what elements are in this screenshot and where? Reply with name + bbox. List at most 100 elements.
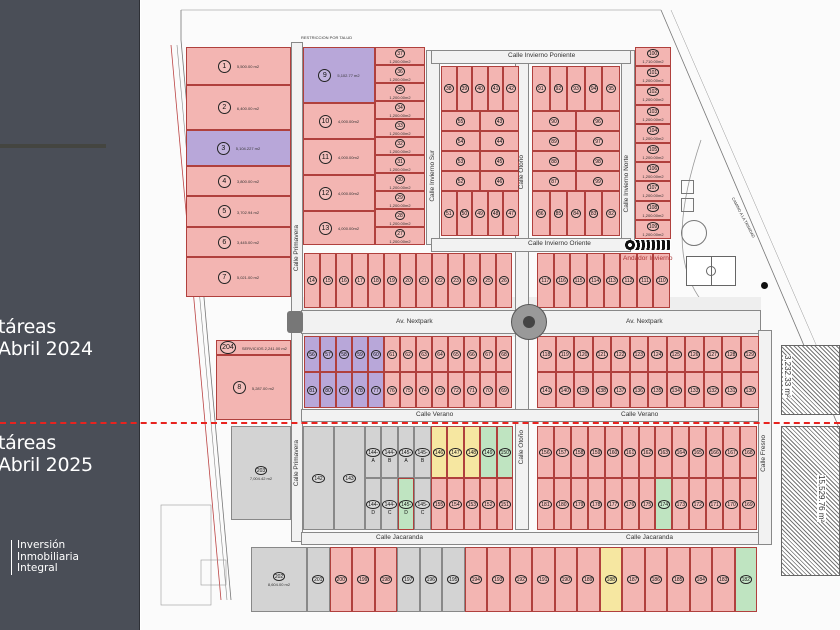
lot-99[interactable]: 99 bbox=[576, 171, 620, 191]
lot-191[interactable]: 191 bbox=[532, 547, 555, 612]
lot-6[interactable]: 6 3,445.00 m2 bbox=[186, 227, 291, 257]
lot-3[interactable]: 3 5,104.227 m2 bbox=[186, 130, 291, 166]
lot-14[interactable]: 14 bbox=[304, 253, 320, 308]
lot-72[interactable]: 72 bbox=[448, 372, 464, 408]
lot-149[interactable]: 149 bbox=[480, 426, 497, 478]
lot-82[interactable]: 82 bbox=[602, 191, 620, 236]
lot-145-a[interactable]: 145-A bbox=[397, 426, 415, 478]
lot-36[interactable]: 36 1,200.00m2 bbox=[375, 65, 425, 83]
lot-193[interactable]: 193 bbox=[487, 547, 510, 612]
lot-96[interactable]: 96 bbox=[576, 111, 620, 131]
lot-159[interactable]: 159 bbox=[587, 426, 605, 478]
lot-141[interactable]: 141 bbox=[537, 372, 556, 408]
lot-17[interactable]: 17 bbox=[352, 253, 368, 308]
lot-122[interactable]: 122 bbox=[611, 336, 630, 372]
lot-182[interactable]: 182 bbox=[734, 547, 757, 612]
lot-164[interactable]: 164 bbox=[672, 426, 690, 478]
lot-178[interactable]: 178 bbox=[587, 478, 605, 530]
lot-150[interactable]: 150 bbox=[496, 426, 513, 478]
lot-198[interactable]: 198 bbox=[374, 547, 397, 612]
lot-174[interactable]: 174 bbox=[655, 478, 673, 530]
lot-136[interactable]: 136 bbox=[629, 372, 648, 408]
lot-15[interactable]: 15 bbox=[320, 253, 336, 308]
lot-101[interactable]: 101 1,200.00m2 bbox=[635, 66, 671, 86]
lot-25[interactable]: 25 bbox=[480, 253, 496, 308]
lot-55[interactable]: 55 bbox=[441, 111, 480, 131]
lot-123[interactable]: 123 bbox=[629, 336, 648, 372]
lot-120[interactable]: 120 bbox=[574, 336, 593, 372]
lot-189[interactable]: 189 bbox=[577, 547, 600, 612]
lot-155[interactable]: 155 bbox=[430, 478, 448, 530]
lot-204[interactable]: 204 SERVICIOS 2,241.00 m2 bbox=[216, 340, 291, 355]
lot-103[interactable]: 103 1,200.00m2 bbox=[635, 104, 671, 124]
lot-91[interactable]: 91 bbox=[532, 66, 550, 111]
lot-16[interactable]: 16 bbox=[336, 253, 352, 308]
lot-124[interactable]: 124 bbox=[648, 336, 667, 372]
lot-137[interactable]: 137 bbox=[611, 372, 630, 408]
lot-37[interactable]: 37 1,200.00m2 bbox=[375, 47, 425, 65]
lot-89[interactable]: 89 bbox=[532, 131, 576, 151]
lot-43[interactable]: 43 bbox=[480, 111, 519, 131]
lot-10[interactable]: 10 4,000.00m2 bbox=[303, 103, 375, 139]
lot-52[interactable]: 52 bbox=[441, 171, 480, 191]
lot-125[interactable]: 125 bbox=[666, 336, 685, 372]
lot-47[interactable]: 47 bbox=[503, 191, 519, 236]
lot-152[interactable]: 152 bbox=[480, 478, 497, 530]
lot-194[interactable]: 194 bbox=[464, 547, 487, 612]
lot-18[interactable]: 18 bbox=[368, 253, 384, 308]
lot-27[interactable]: 27 1,200.00m2 bbox=[375, 227, 425, 245]
lot-199[interactable]: 199 bbox=[352, 547, 375, 612]
lot-142[interactable]: 142 bbox=[303, 426, 334, 530]
lot-13[interactable]: 13 4,000.00m2 bbox=[303, 211, 375, 245]
lot-41[interactable]: 41 bbox=[487, 66, 504, 111]
lot-42[interactable]: 42 bbox=[503, 66, 519, 111]
lot-65[interactable]: 65 bbox=[448, 336, 464, 372]
lot-202[interactable]: 202 8,604.00 m2 bbox=[251, 547, 307, 612]
lot-105[interactable]: 105 1,200.00m2 bbox=[635, 143, 671, 163]
lot-157[interactable]: 157 bbox=[553, 426, 571, 478]
lot-33[interactable]: 33 1,200.00m2 bbox=[375, 119, 425, 137]
lot-179[interactable]: 179 bbox=[570, 478, 588, 530]
lot-93[interactable]: 93 bbox=[567, 66, 585, 111]
lot-23[interactable]: 23 bbox=[448, 253, 464, 308]
lot-5[interactable]: 5 3,702.94 m2 bbox=[186, 196, 291, 227]
lot-34[interactable]: 34 1,200.00m2 bbox=[375, 101, 425, 119]
lot-97[interactable]: 97 bbox=[576, 131, 620, 151]
lot-180[interactable]: 180 bbox=[553, 478, 571, 530]
lot-29[interactable]: 29 1,200.00m2 bbox=[375, 191, 425, 209]
lot-197[interactable]: 197 bbox=[397, 547, 420, 612]
lot-64[interactable]: 64 bbox=[432, 336, 448, 372]
lot-38[interactable]: 38 bbox=[441, 66, 457, 111]
lot-54[interactable]: 54 bbox=[441, 131, 480, 151]
lot-132[interactable]: 132 bbox=[703, 372, 722, 408]
lot-19[interactable]: 19 bbox=[384, 253, 400, 308]
lot-129[interactable]: 129 bbox=[740, 336, 759, 372]
lot-143[interactable]: 143 bbox=[334, 426, 365, 530]
lot-7[interactable]: 7 5,021.00 m2 bbox=[186, 257, 291, 297]
lot-53[interactable]: 53 bbox=[441, 151, 480, 171]
lot-60[interactable]: 60 bbox=[368, 336, 384, 372]
lot-45[interactable]: 45 bbox=[480, 151, 519, 171]
lot-61[interactable]: 61 bbox=[384, 336, 400, 372]
lot-90[interactable]: 90 bbox=[532, 111, 576, 131]
lot-144-d[interactable]: 144-D bbox=[365, 478, 382, 530]
lot-80[interactable]: 80 bbox=[320, 372, 336, 408]
lot-76[interactable]: 76 bbox=[384, 372, 400, 408]
lot-133[interactable]: 133 bbox=[685, 372, 704, 408]
lot-35[interactable]: 35 1,200.00m2 bbox=[375, 83, 425, 101]
lot-145-d[interactable]: 145-D bbox=[397, 478, 415, 530]
lot-68[interactable]: 68 bbox=[496, 336, 512, 372]
lot-113[interactable]: 113 bbox=[603, 253, 621, 308]
lot-78[interactable]: 78 bbox=[352, 372, 368, 408]
lot-147[interactable]: 147 bbox=[447, 426, 464, 478]
lot-106[interactable]: 106 1,200.00m2 bbox=[635, 162, 671, 182]
lot-156[interactable]: 156 bbox=[537, 426, 554, 478]
lot-28[interactable]: 28 1,200.00m2 bbox=[375, 209, 425, 227]
lot-20[interactable]: 20 bbox=[400, 253, 416, 308]
lot-203[interactable]: 203 7,004.42 m2 bbox=[231, 426, 291, 520]
lot-114[interactable]: 114 bbox=[586, 253, 604, 308]
lot-121[interactable]: 121 bbox=[592, 336, 611, 372]
lot-117[interactable]: 117 bbox=[537, 253, 554, 308]
lot-30[interactable]: 30 1,200.00m2 bbox=[375, 173, 425, 191]
lot-88[interactable]: 88 bbox=[532, 151, 576, 171]
